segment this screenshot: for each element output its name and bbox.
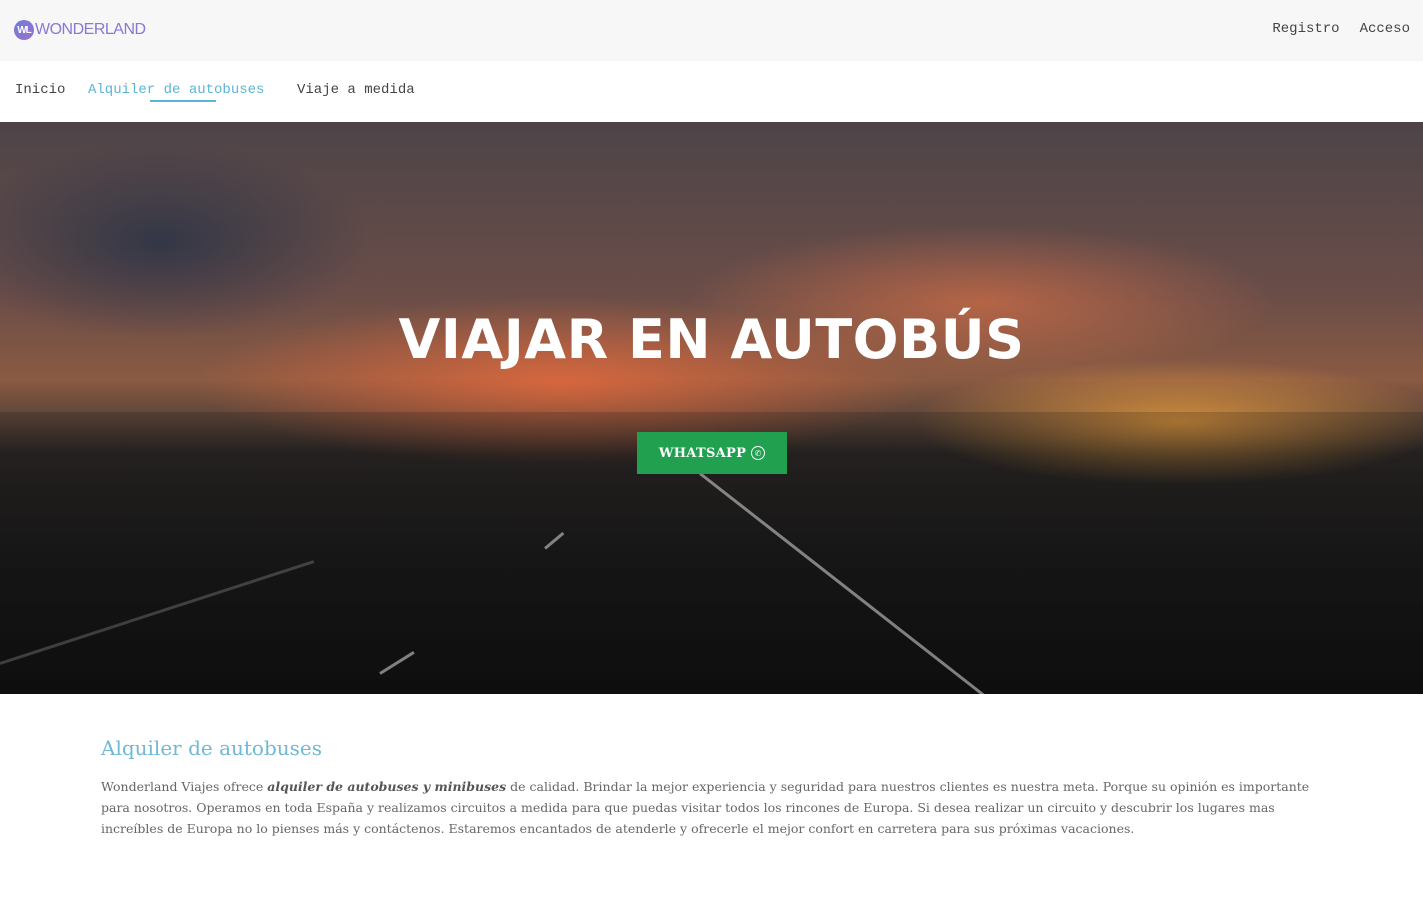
whatsapp-button[interactable]: WHATSAPP ✆ <box>637 432 787 474</box>
road-line <box>379 651 415 675</box>
nav-item-inicio[interactable]: Inicio <box>15 82 65 98</box>
login-link[interactable]: Acceso <box>1360 21 1410 37</box>
section-heading: Alquiler de autobuses <box>101 736 322 760</box>
nav-active-indicator <box>150 100 216 102</box>
logo-mark-icon: WL <box>14 20 34 40</box>
section-paragraph: Wonderland Viajes ofrece alquiler de aut… <box>101 776 1321 839</box>
main-nav: Inicio Alquiler de autobuses Viaje a med… <box>0 61 1423 122</box>
top-bar: WL WONDERLAND Registro Acceso <box>0 0 1423 61</box>
brand-logo[interactable]: WL WONDERLAND <box>14 20 146 40</box>
road-line <box>544 531 565 550</box>
auth-links: Registro Acceso <box>1272 21 1410 37</box>
nav-item-viaje-medida[interactable]: Viaje a medida <box>297 82 415 98</box>
road-line <box>0 560 315 665</box>
logo-text: WONDERLAND <box>35 21 146 38</box>
nav-item-alquiler[interactable]: Alquiler de autobuses <box>88 82 264 98</box>
paragraph-emphasis: alquiler de autobuses y minibuses <box>267 779 507 794</box>
register-link[interactable]: Registro <box>1272 21 1339 37</box>
rental-section: Alquiler de autobuses Wonderland Viajes … <box>101 736 1321 839</box>
hero-banner: VIAJAR EN AUTOBÚS WHATSAPP ✆ <box>0 122 1423 694</box>
hero-title: VIAJAR EN AUTOBÚS <box>398 308 1025 371</box>
road-line <box>699 472 985 694</box>
whatsapp-icon: ✆ <box>751 446 766 460</box>
paragraph-intro: Wonderland Viajes ofrece <box>101 779 268 794</box>
whatsapp-button-label: WHATSAPP <box>658 445 747 461</box>
